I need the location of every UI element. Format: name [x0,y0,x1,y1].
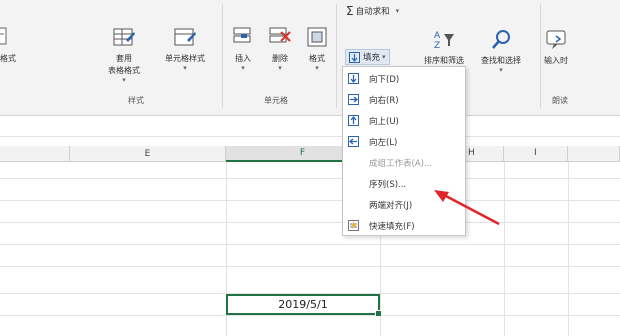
menu-item-label: 向下(D) [369,74,400,85]
row-line [0,244,620,245]
menu-item-label: 向左(L) [369,137,398,148]
ribbon: 格式 套用 表格格式 ▾ 单元格样式 ▾ 样式 插入 ▾ 删除 ▾ 格式 ▾ 单… [0,0,620,116]
menu-item-fill-up[interactable]: 向上(U) [343,112,465,129]
active-cell[interactable]: 2019/5/1 [226,294,382,317]
menu-item-label: 序列(S)... [369,179,407,190]
insert-button[interactable]: 插入 ▾ [231,22,255,72]
column-header-blank[interactable] [0,146,70,162]
row-line [0,266,620,267]
excel-window: 格式 套用 表格格式 ▾ 单元格样式 ▾ 样式 插入 ▾ 删除 ▾ 格式 ▾ 单… [0,0,620,336]
row-line [0,315,620,316]
find-select-label: 查找和选择 [481,56,521,65]
menu-item-fill-right[interactable]: 向右(R) [343,91,465,108]
cell-style-icon [173,26,197,50]
delete-label: 删除 [272,54,288,63]
read-group-label: 朗读 [552,96,568,105]
cells-group-label: 单元格 [264,96,288,105]
fill-up-icon [348,115,359,126]
chevron-down-icon: ▾ [499,66,503,74]
search-icon [489,28,513,52]
autosum-label: 自动求和 [355,7,390,17]
sigma-icon: Σ [346,4,354,18]
insert-cells-icon [231,26,255,50]
format-as-table-label2: 表格格式 [108,66,140,75]
menu-item-label: 两端对齐(J) [369,200,413,211]
group-divider [336,4,337,108]
annotation-arrow-icon [434,190,500,226]
fill-right-icon [348,94,359,105]
menu-item-label: 向右(R) [369,95,399,106]
group-divider [540,4,541,108]
fill-label: 填充 [363,53,381,63]
group-divider [222,4,223,108]
styles-group-label: 样式 [128,96,144,105]
menu-item-label: 向上(U) [369,116,399,127]
column-label: F [299,148,306,158]
cell-styles-button[interactable]: 单元格样式 ▾ [165,22,205,72]
cell-styles-label: 单元格样式 [165,54,205,63]
menu-item-across-worksheets[interactable]: 成组工作表(A)... [343,154,465,171]
flash-fill-icon [348,220,359,231]
sort-filter-label: 排序和筛选 [424,56,464,65]
delete-button[interactable]: 删除 ▾ [268,22,292,72]
svg-text:Z: Z [434,41,440,51]
chevron-down-icon: ▾ [395,7,400,15]
chevron-down-icon: ▾ [183,64,187,72]
delete-cells-icon [268,26,292,50]
chevron-down-icon: ▾ [315,64,319,72]
column-label: E [144,148,151,159]
chevron-down-icon: ▾ [278,64,282,72]
table-style-icon [112,26,136,50]
autosum-button[interactable]: Σ 自动求和 ▾ [346,4,399,18]
chevron-down-icon: ▾ [241,64,245,72]
sort-az-icon: AZ [432,28,456,52]
row-line [0,178,620,179]
format-cells-icon [305,26,329,50]
column-label-i: I [534,148,537,158]
fill-button[interactable]: 填充 ▾ [345,49,390,65]
format-button[interactable]: 格式 ▾ [305,22,329,72]
conditional-format-icon [0,26,20,50]
formula-bar[interactable] [0,116,620,137]
menu-icon-spacer [348,157,359,168]
cell-value: 2019/5/1 [278,298,328,311]
row-line [0,200,620,201]
fill-down-icon [348,73,359,84]
read-on-input-button[interactable]: 输入时 [544,24,568,66]
menu-item-fill-down[interactable]: 向下(D) [343,70,465,87]
fill-down-icon [349,51,360,63]
find-select-button[interactable]: 查找和选择 ▾ [481,24,521,74]
chevron-down-icon: ▾ [122,76,126,84]
menu-item-label: 成组工作表(A)... [369,158,433,169]
column-header-i[interactable] [568,146,620,162]
menu-icon-spacer [348,199,359,210]
column-label-h: H [468,148,475,158]
menu-item-label: 快速填充(F) [369,221,415,232]
speech-bubble-icon [544,28,568,52]
column-line [568,162,569,336]
format-as-table-label1: 套用 [116,54,132,63]
insert-label: 插入 [235,54,251,63]
sort-filter-button[interactable]: AZ 排序和筛选 [424,24,464,66]
conditional-format-button[interactable]: 格式 [0,22,20,64]
svg-text:A: A [434,31,441,41]
row-line [0,222,620,223]
fill-left-icon [348,136,359,147]
chevron-down-icon: ▾ [382,53,386,61]
menu-item-fill-left[interactable]: 向左(L) [343,133,465,150]
conditional-format-label: 格式 [0,54,16,63]
format-as-table-button[interactable]: 套用 表格格式 ▾ [108,22,140,84]
column-header-e[interactable]: E [70,146,226,162]
format-label: 格式 [309,54,325,63]
read-on-input-label: 输入时 [544,56,568,65]
menu-icon-spacer [348,178,359,189]
